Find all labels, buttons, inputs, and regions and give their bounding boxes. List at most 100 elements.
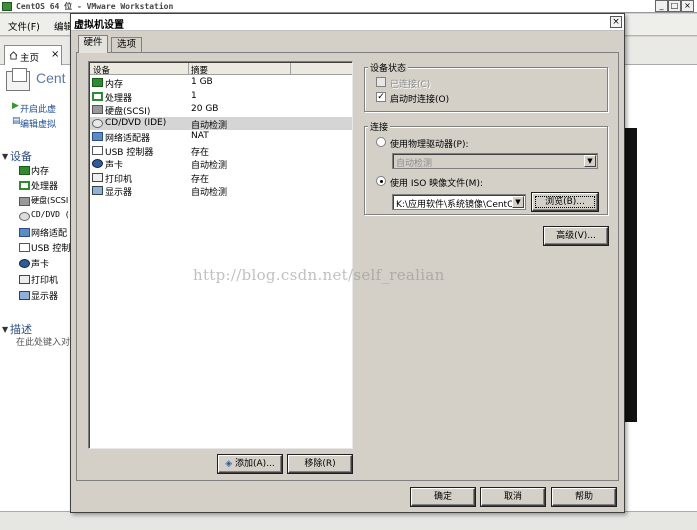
use-physical-drive-radio[interactable] — [376, 137, 386, 147]
cd-dvd-icon — [92, 118, 103, 128]
device-row-display[interactable]: 显示器 自动检测 — [90, 184, 352, 198]
device-summary: 自动检测 — [191, 120, 228, 131]
device-row-hard-disk[interactable]: 硬盘(SCSI) 20 GB — [90, 103, 352, 117]
main-close-button[interactable]: × — [681, 0, 694, 12]
summary-device-memory[interactable]: 内存 — [31, 164, 49, 177]
advanced-button[interactable]: 高级(V)... — [544, 227, 608, 245]
minimize-button[interactable]: _ — [655, 0, 668, 12]
devices-collapse-icon[interactable]: ▼ — [2, 152, 8, 161]
use-iso-image-label[interactable]: 使用 ISO 映像文件(M): — [390, 176, 483, 189]
device-row-usb-controller[interactable]: USB 控制器 存在 — [90, 144, 352, 158]
home-tab[interactable]: 主页 × — [4, 45, 62, 65]
network-adapter-icon — [92, 132, 103, 141]
cancel-button[interactable]: 取消 — [481, 488, 545, 506]
add-shield-icon: ◈ — [225, 459, 233, 469]
device-row-sound-card[interactable]: 声卡 自动检测 — [90, 157, 352, 171]
summary-device-hard-disk[interactable]: 硬盘(SCSI — [31, 195, 68, 206]
add-device-button[interactable]: ◈ 添加(A)... — [218, 455, 282, 473]
cd-dvd-icon — [19, 212, 30, 221]
summary-device-processor[interactable]: 处理器 — [31, 179, 58, 192]
device-row-cd-dvd[interactable]: CD/DVD (IDE) 自动检测 — [90, 116, 352, 131]
device-name: 硬盘(SCSI) — [105, 107, 151, 117]
device-name: 处理器 — [105, 93, 133, 104]
memory-icon — [92, 78, 103, 87]
edit-vm-link[interactable]: 编辑虚拟 — [20, 117, 56, 130]
browse-button[interactable]: 浏览(B)... — [532, 193, 598, 211]
dialog-titlebar: 虚拟机设置 × — [71, 14, 624, 31]
column-separator[interactable] — [188, 63, 189, 74]
menu-file[interactable]: 文件(F) — [8, 19, 40, 33]
device-summary: 1 — [191, 90, 197, 101]
tab-options[interactable]: 选项 — [111, 37, 142, 53]
connect-at-power-on-checkbox[interactable]: ✓ — [376, 92, 386, 102]
description-placeholder[interactable]: 在此处键入对 — [16, 335, 70, 348]
home-tab-label: 主页 — [20, 53, 40, 64]
hard-disk-icon — [92, 105, 103, 114]
use-physical-drive-label[interactable]: 使用物理驱动器(P): — [390, 137, 468, 150]
device-summary: 自动检测 — [191, 188, 228, 198]
dialog-title: 虚拟机设置 — [74, 20, 124, 31]
device-row-processor[interactable]: 处理器 1 — [90, 90, 352, 104]
processor-icon — [19, 181, 30, 190]
summary-device-cd-dvd[interactable]: CD/DVD ( — [31, 210, 70, 219]
summary-device-display[interactable]: 显示器 — [31, 289, 58, 302]
vm-title: Cent — [36, 70, 66, 86]
vm-console-thumbnail[interactable] — [624, 128, 637, 422]
main-window-title: CentOS 64 位 - VMware Workstation — [16, 2, 174, 11]
maximize-button[interactable]: □ — [668, 0, 681, 12]
vm-summary-panel: Cent ▶ 开启此虚 ▤ 编辑虚拟 ▼ 设备 内存 处理器 硬盘(SCSI C… — [0, 65, 72, 530]
column-header-summary[interactable]: 摘要 — [191, 64, 208, 76]
blog-watermark: http://blog.csdn.net/self_realian — [193, 266, 445, 284]
device-name: 声卡 — [105, 161, 124, 171]
ok-button[interactable]: 确定 — [411, 488, 475, 506]
physical-drive-select: 自动检测 ▼ — [392, 153, 598, 169]
device-list-header: 设备 摘要 — [90, 63, 352, 76]
printer-icon — [19, 275, 30, 284]
device-list[interactable]: 设备 摘要 内存 1 GB 处理器 1 硬盘(SCSI) 20 GB CD/DV… — [88, 61, 353, 449]
hard-disk-icon — [19, 197, 30, 206]
remove-device-button[interactable]: 移除(R) — [288, 455, 352, 473]
device-row-printer[interactable]: 打印机 存在 — [90, 171, 352, 185]
vm-icon — [6, 68, 30, 91]
iso-path-input[interactable]: K:\应用软件\系统镜像\CentO ▼ — [392, 194, 526, 210]
column-separator[interactable] — [290, 63, 291, 74]
dialog-close-button[interactable]: × — [610, 16, 622, 28]
summary-device-network[interactable]: 网络适配 — [31, 226, 67, 239]
device-name: 显示器 — [105, 188, 133, 198]
sound-card-icon — [92, 159, 103, 168]
device-summary: 存在 — [191, 147, 210, 158]
connected-label: 已连接(C) — [390, 80, 431, 90]
add-device-label: 添加(A)... — [235, 459, 275, 469]
chevron-down-icon[interactable]: ▼ — [512, 196, 524, 208]
device-row-memory[interactable]: 内存 1 GB — [90, 76, 352, 90]
memory-icon — [19, 166, 30, 175]
home-tab-close-icon[interactable]: × — [51, 49, 59, 60]
connect-at-power-on-label[interactable]: 启动时连接(O) — [390, 92, 449, 105]
connection-legend: 连接 — [368, 120, 391, 133]
chevron-down-icon: ▼ — [584, 155, 596, 167]
summary-device-usb[interactable]: USB 控制 — [31, 241, 70, 254]
physical-drive-value: 自动检测 — [396, 159, 433, 169]
connected-checkbox — [376, 77, 386, 87]
description-collapse-icon[interactable]: ▼ — [2, 325, 8, 334]
display-icon — [19, 291, 30, 300]
summary-device-printer[interactable]: 打印机 — [31, 273, 58, 286]
display-icon — [92, 186, 103, 195]
column-header-device[interactable]: 设备 — [93, 64, 110, 76]
usb-controller-icon — [19, 243, 30, 252]
vm-settings-dialog: 虚拟机设置 × 硬件 选项 设备 摘要 内存 1 GB 处理器 1 硬盘(SCS… — [70, 13, 625, 513]
help-button[interactable]: 帮助 — [552, 488, 616, 506]
main-window-titlebar: CentOS 64 位 - VMware Workstation _ □ × — [0, 0, 697, 13]
main-statusbar — [0, 511, 697, 530]
devices-section-title: 设备 — [10, 150, 32, 163]
device-summary: 20 GB — [191, 104, 219, 114]
use-iso-image-radio[interactable] — [376, 176, 386, 186]
iso-path-value: K:\应用软件\系统镜像\CentO — [396, 200, 512, 210]
home-icon — [9, 51, 18, 60]
device-summary: 1 GB — [191, 77, 213, 87]
tab-hardware[interactable]: 硬件 — [78, 35, 108, 53]
summary-device-sound[interactable]: 声卡 — [31, 257, 49, 270]
device-row-network-adapter[interactable]: 网络适配器 NAT — [90, 130, 352, 144]
power-on-link[interactable]: 开启此虚 — [20, 102, 56, 115]
device-name: 内存 — [105, 80, 124, 90]
